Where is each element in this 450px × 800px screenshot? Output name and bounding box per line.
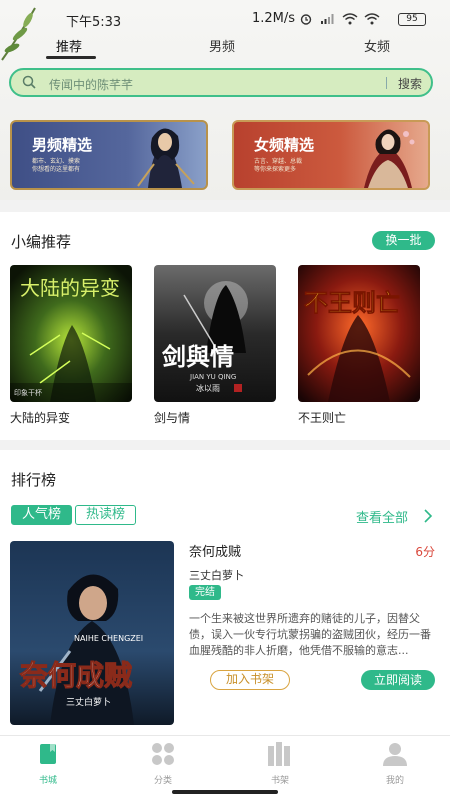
editor-picks-section: 小编推荐 换一批 大陆的异变 印象干杯 大陆的异变 剑與情 JIAN YU QI… [0, 212, 450, 440]
bookshelf-icon [268, 742, 290, 766]
male-channel-card[interactable]: 男频精选 都市、玄幻、摸索 你想看的这里都有 [10, 120, 208, 190]
top-nav: 推荐 男频 女频 [0, 34, 450, 60]
book-cover-art: 大陆的异变 印象干杯 [10, 265, 132, 402]
search-button[interactable]: 搜索 [398, 75, 422, 92]
status-badge: 完结 [189, 585, 221, 600]
cover-author: 冰以雨 [196, 383, 220, 393]
cover-title: 大陆的异变 [20, 276, 120, 300]
tab-label: 书城 [38, 776, 57, 786]
ranking-section: 排行榜 人气榜 热读榜 查看全部 NAIHE CHENGZEI 奈何成贼 三丈白… [0, 450, 450, 735]
book-description: 一个生来被这世界所遗弃的赌徒的儿子，因替父债，误入一伙专行坑蒙拐骗的盗贼团伙，经… [189, 612, 431, 657]
search-bar[interactable]: 传闻中的陈芊芊 搜索 [9, 68, 433, 97]
male-channel-subtitle: 都市、玄幻、摸索 你想看的这里都有 [32, 158, 81, 173]
tab-hot-reading[interactable]: 热读榜 [75, 505, 137, 525]
status-icons [298, 13, 380, 25]
active-tab-indicator [46, 56, 96, 59]
user-icon [383, 743, 407, 766]
cover-author: 印象干杯 [14, 388, 42, 397]
tab-recommend[interactable]: 推荐 [56, 36, 82, 55]
battery-icon: 95 [398, 13, 426, 26]
header: 下午5:33 1.2M/s 95 推荐 男频 女频 传闻中的陈芊芊 搜索 男频精… [0, 0, 450, 200]
network-speed: 1.2M/s [252, 11, 296, 26]
tab-male[interactable]: 男频 [209, 36, 235, 55]
cover-title: 剑與情 [161, 342, 234, 371]
tab-popular[interactable]: 人气榜 [11, 505, 73, 525]
search-icon [22, 75, 36, 89]
featured-book-info: 奈何成贼 6分 三丈白萝卜 完结 一个生来被这世界所遗弃的赌徒的儿子，因替父债，… [189, 541, 435, 690]
wifi-icon-2 [364, 13, 380, 25]
book-item[interactable]: 剑與情 JIAN YU QING 冰以雨 剑与情 [154, 265, 276, 426]
book-cover: 大陆的异变 印象干杯 [10, 265, 132, 402]
book-item[interactable]: 不王则亡 不王则亡 [298, 265, 420, 426]
cover-author: 三丈白萝卜 [66, 696, 111, 708]
signal-icon [321, 14, 334, 24]
book-author: 三丈白萝卜 [189, 569, 244, 582]
tab-bookstore[interactable]: 书城 [18, 742, 78, 786]
see-all-label: 查看全部 [356, 511, 409, 526]
editor-picks-title: 小编推荐 [11, 233, 72, 251]
female-channel-card[interactable]: 女频精选 古言、穿越、总裁 等你来探索更多 [232, 120, 430, 190]
book-cover-art: 剑與情 JIAN YU QING 冰以雨 [154, 265, 276, 402]
book-icon [40, 744, 56, 764]
category-icon [152, 743, 174, 765]
see-all-link[interactable]: 查看全部 [356, 507, 433, 526]
status-time: 下午5:33 [66, 15, 122, 30]
female-channel-title: 女频精选 [254, 136, 315, 154]
featured-cover-art: NAIHE CHENGZEI 奈何成贼 三丈白萝卜 [10, 541, 174, 725]
female-character-illustration [364, 129, 415, 188]
add-to-shelf-button[interactable]: 加入书架 [210, 670, 290, 690]
search-divider [386, 77, 387, 89]
tab-label: 书架 [270, 776, 289, 786]
cover-pinyin: JIAN YU QING [189, 373, 236, 381]
ranking-title: 排行榜 [11, 471, 57, 489]
cover-title: 不王则亡 [304, 288, 400, 317]
book-item[interactable]: 大陆的异变 印象干杯 大陆的异变 [10, 265, 132, 426]
book-cover: 剑與情 JIAN YU QING 冰以雨 [154, 265, 276, 402]
chevron-right-icon [424, 509, 433, 523]
tab-mine[interactable]: 我的 [365, 742, 425, 786]
tab-label: 我的 [385, 776, 404, 786]
book-score: 6分 [415, 545, 435, 559]
ranking-tabs: 人气榜 热读榜 [11, 505, 137, 525]
book-title: 大陆的异变 [10, 411, 71, 425]
swap-batch-button[interactable]: 换一批 [372, 231, 435, 250]
male-channel-title: 男频精选 [32, 136, 93, 154]
cover-pinyin: NAIHE CHENGZEI [74, 634, 143, 643]
book-cover-art: 不王则亡 [298, 265, 420, 402]
home-indicator[interactable] [172, 790, 278, 794]
tab-bookshelf[interactable]: 书架 [250, 742, 310, 786]
search-input[interactable]: 传闻中的陈芊芊 [49, 76, 133, 93]
featured-book-title[interactable]: 奈何成贼 [189, 541, 435, 560]
book-title: 不王则亡 [298, 411, 347, 425]
male-character-illustration [137, 128, 195, 188]
read-now-button[interactable]: 立即阅读 [361, 670, 435, 690]
cover-title: 奈何成贼 [19, 659, 132, 692]
tab-category[interactable]: 分类 [133, 742, 193, 786]
alarm-icon [300, 14, 312, 25]
book-cover: 不王则亡 [298, 265, 420, 402]
tab-label: 分类 [153, 776, 172, 786]
wifi-icon [342, 13, 358, 25]
featured-book-cover[interactable]: NAIHE CHENGZEI 奈何成贼 三丈白萝卜 [10, 541, 174, 725]
status-bar: 下午5:33 1.2M/s 95 [0, 10, 450, 30]
book-title: 剑与情 [154, 411, 191, 425]
female-channel-subtitle: 古言、穿越、总裁 等你来探索更多 [254, 158, 303, 173]
tab-female[interactable]: 女频 [364, 36, 390, 55]
